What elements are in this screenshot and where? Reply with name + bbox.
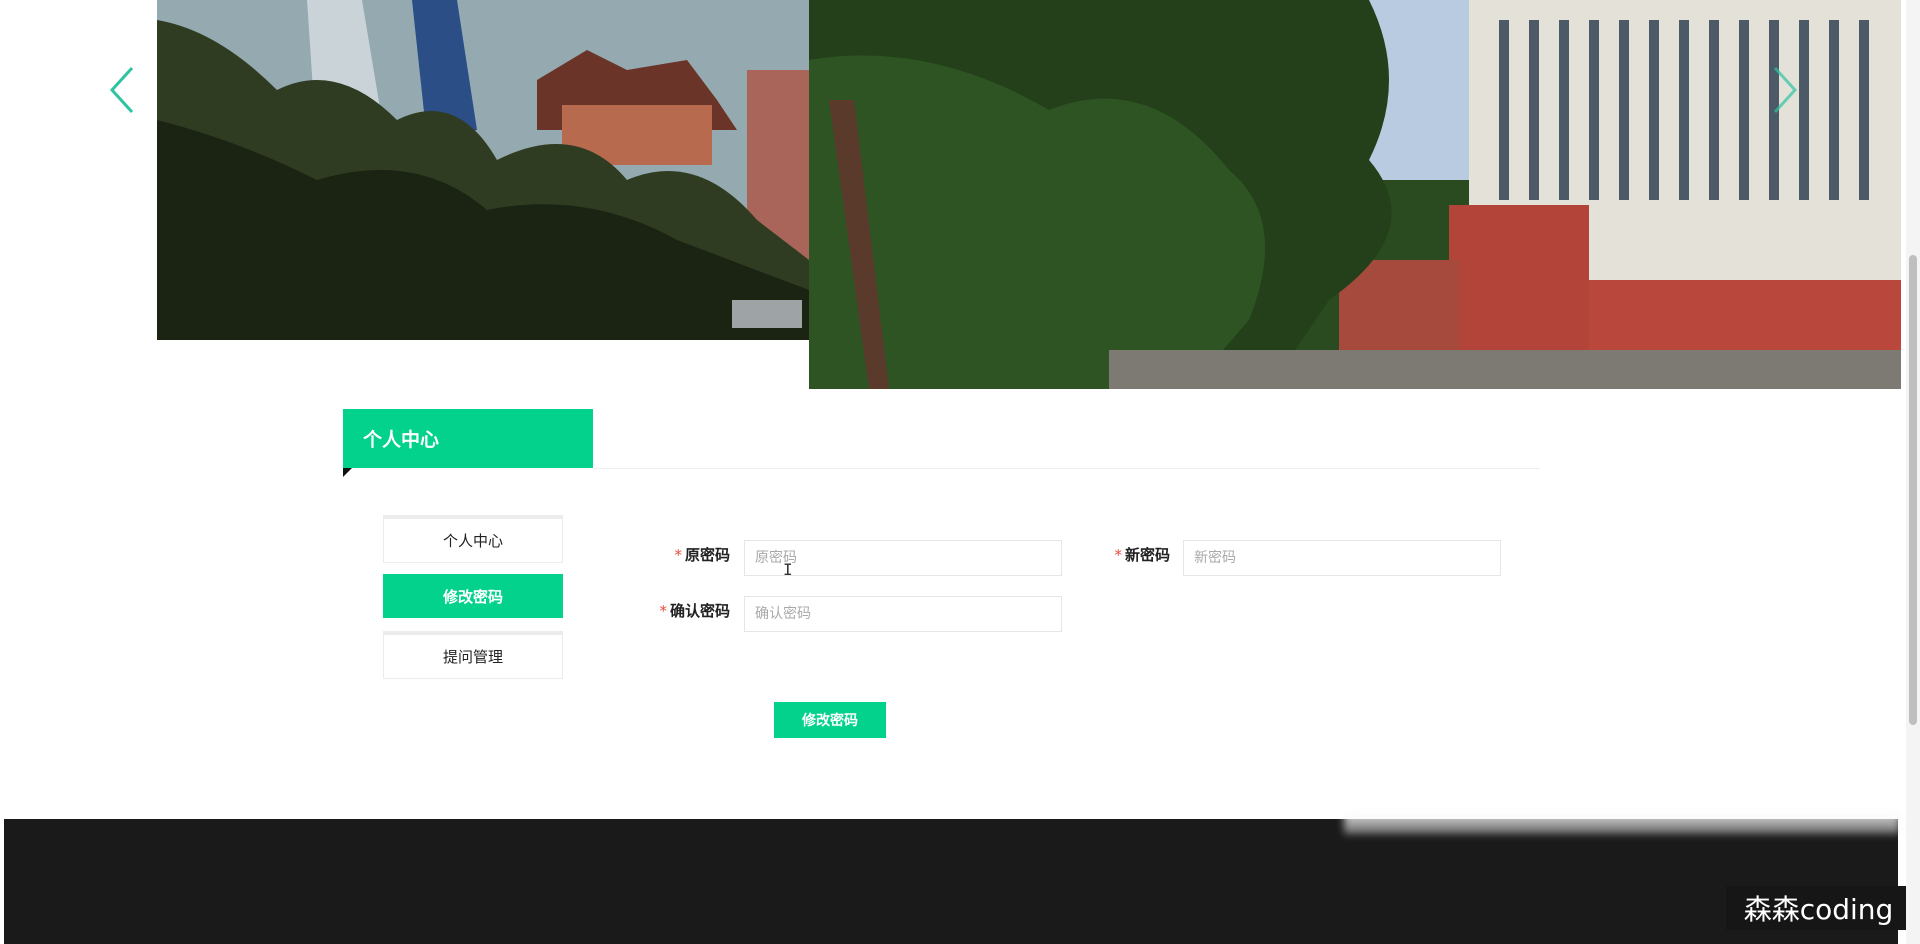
- required-mark: *: [1114, 546, 1122, 564]
- banner-carousel: [0, 0, 1920, 400]
- required-mark: *: [674, 546, 682, 564]
- scrollbar-thumb[interactable]: [1909, 255, 1917, 725]
- footer-blur-overlay: [1344, 808, 1900, 834]
- footer: [4, 819, 1898, 944]
- menu-item-profile[interactable]: 个人中心: [383, 515, 563, 563]
- new-password-label: * 新密码: [1090, 537, 1170, 573]
- carousel-prev-button[interactable]: [102, 60, 142, 120]
- carousel-slide-campus-building: [809, 0, 1901, 389]
- confirm-password-label: * 确认密码: [620, 593, 730, 629]
- campus-palms-image: [157, 0, 809, 340]
- confirm-password-label-text: 确认密码: [669, 602, 730, 620]
- chevron-left-icon: [109, 66, 134, 114]
- section-title-corner: [343, 468, 352, 477]
- campus-building-image: [809, 0, 1901, 389]
- confirm-password-input[interactable]: [744, 596, 1062, 632]
- carousel-slide-campus-palms: [157, 0, 809, 340]
- chevron-right-icon: [1773, 66, 1798, 114]
- new-password-input[interactable]: [1183, 540, 1501, 576]
- required-mark: *: [659, 602, 667, 620]
- old-password-label: * 原密码: [650, 537, 730, 573]
- carousel-next-button[interactable]: [1765, 60, 1805, 120]
- watermark: 森森coding: [1726, 886, 1911, 930]
- side-menu: 个人中心 修改密码 提问管理: [383, 515, 563, 690]
- new-password-label-text: 新密码: [1124, 546, 1170, 564]
- menu-item-questions[interactable]: 提问管理: [383, 631, 563, 679]
- old-password-label-text: 原密码: [684, 546, 730, 564]
- text-cursor-icon: I: [783, 560, 793, 579]
- change-password-submit-button[interactable]: 修改密码: [774, 702, 886, 738]
- section-divider: [593, 468, 1540, 469]
- section-title: 个人中心: [343, 409, 593, 468]
- menu-item-change-password[interactable]: 修改密码: [383, 574, 563, 618]
